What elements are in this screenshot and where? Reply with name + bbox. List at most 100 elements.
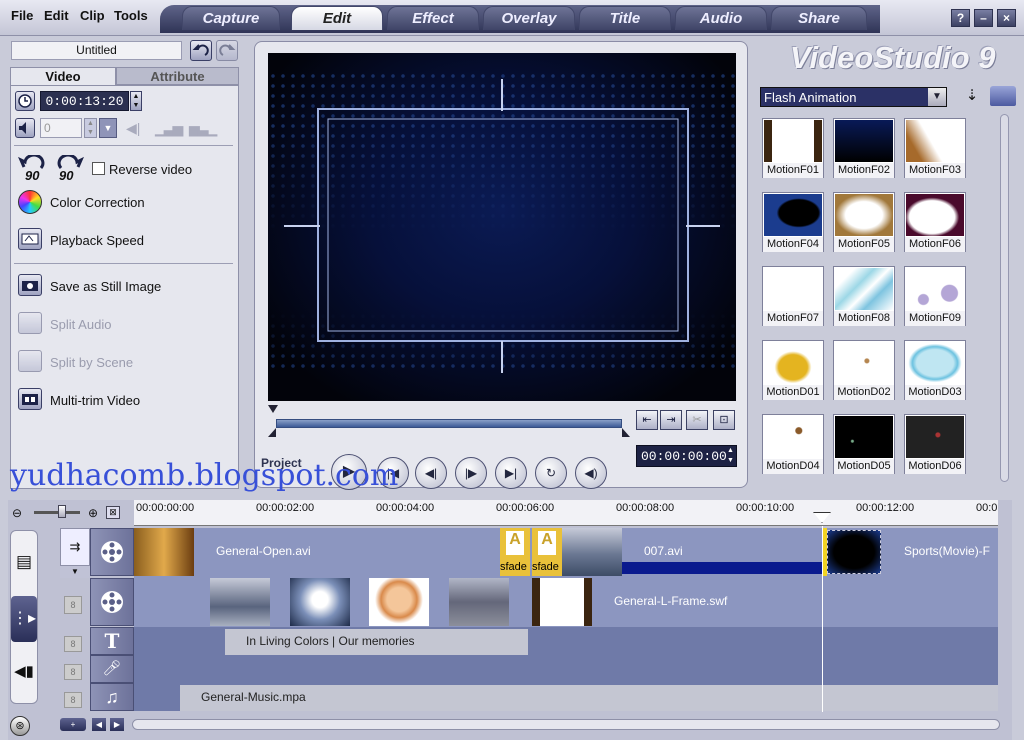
camera-icon[interactable] <box>18 274 42 296</box>
zoom-slider-thumb[interactable] <box>58 505 66 518</box>
voice-track[interactable] <box>134 655 998 683</box>
library-item[interactable]: MotionD05 <box>833 414 895 474</box>
menu-edit[interactable]: Edit <box>44 8 69 23</box>
library-item[interactable]: MotionD01 <box>762 340 824 400</box>
title-track-icon[interactable]: T <box>90 627 134 655</box>
library-item[interactable]: MotionF04 <box>762 192 824 252</box>
library-item[interactable]: MotionF06 <box>904 192 966 252</box>
overlay-thumbnail[interactable] <box>449 578 509 626</box>
scene-icon[interactable]: ⊛ <box>10 716 30 736</box>
mark-out-button[interactable]: ⇥ <box>660 410 682 430</box>
folder-icon[interactable] <box>990 86 1016 106</box>
zoom-in-icon[interactable]: ⊕ <box>88 506 98 520</box>
playback-speed-icon[interactable] <box>18 228 42 250</box>
library-item[interactable]: MotionF02 <box>833 118 895 178</box>
film-icon[interactable] <box>18 388 42 410</box>
menu-tools[interactable]: Tools <box>114 8 148 23</box>
timeline-scrollbar[interactable] <box>132 719 1000 730</box>
mark-in-button[interactable]: ⇤ <box>636 410 658 430</box>
tab-attribute[interactable]: Attribute <box>116 67 239 85</box>
reverse-video-checkbox[interactable] <box>92 162 105 175</box>
split-audio-icon[interactable] <box>18 312 42 334</box>
color-wheel-icon[interactable] <box>18 190 42 214</box>
library-item[interactable]: MotionF05 <box>833 192 895 252</box>
overlay-thumbnail[interactable] <box>369 578 429 626</box>
duration-field[interactable]: 0:00:13:20 <box>40 91 129 111</box>
split-audio-button[interactable]: Split Audio <box>50 317 111 332</box>
trim-bar[interactable] <box>276 419 622 428</box>
title-track-lock[interactable]: 8 <box>64 636 82 652</box>
add-track-button[interactable]: + <box>60 718 86 731</box>
enlarge-icon[interactable]: ⊡ <box>713 410 735 430</box>
voice-track-icon[interactable]: 🎤︎ <box>90 655 134 683</box>
undo-button[interactable] <box>190 40 212 61</box>
track-manager-icon[interactable]: ⇉ <box>60 528 90 566</box>
repeat-button[interactable]: ↻ <box>535 457 567 489</box>
multi-trim-video-button[interactable]: Multi-trim Video <box>50 393 140 408</box>
library-item[interactable]: MotionF08 <box>833 266 895 326</box>
transition-clip[interactable]: A sfade <box>532 528 562 576</box>
end-button[interactable]: ▶| <box>495 457 527 489</box>
step-capture[interactable]: Capture <box>182 6 280 30</box>
library-item[interactable]: MotionD06 <box>904 414 966 474</box>
step-audio[interactable]: Audio <box>675 6 767 30</box>
previous-frame-button[interactable]: ◀| <box>415 457 447 489</box>
voice-track-lock[interactable]: 8 <box>64 664 82 680</box>
fit-project-icon[interactable]: ⊠ <box>106 506 120 519</box>
close-button[interactable]: × <box>997 9 1016 27</box>
minimize-button[interactable]: – <box>974 9 993 27</box>
overlay-track-icon[interactable] <box>90 578 134 626</box>
rotate-left-button[interactable]: 90 <box>17 153 47 183</box>
step-effect[interactable]: Effect <box>387 6 479 30</box>
transition-clip[interactable]: A sfade <box>500 528 530 576</box>
project-name-field[interactable]: Untitled <box>11 41 182 60</box>
color-correction-button[interactable]: Color Correction <box>50 195 145 210</box>
tab-video[interactable]: Video <box>10 67 116 85</box>
video-clip[interactable]: 007.avi <box>562 528 822 576</box>
menu-file[interactable]: File <box>11 8 33 23</box>
timeline-view-icon[interactable]: ⋮▸ <box>11 596 37 642</box>
video-track-icon[interactable] <box>90 528 134 576</box>
library-item[interactable]: MotionF03 <box>904 118 966 178</box>
rotate-right-button[interactable]: 90 <box>55 153 85 183</box>
next-frame-button[interactable]: |▶ <box>455 457 487 489</box>
storyboard-view-icon[interactable]: ▤ <box>12 542 36 582</box>
video-clip[interactable]: General-Open.avi <box>134 528 500 576</box>
music-clip[interactable]: General-Music.mpa <box>180 685 998 711</box>
step-title[interactable]: Title <box>579 6 671 30</box>
zoom-slider[interactable] <box>34 511 80 514</box>
playback-speed-button[interactable]: Playback Speed <box>50 233 144 248</box>
library-item[interactable]: MotionF01 <box>762 118 824 178</box>
volume-stepper[interactable]: ▲ ▼ <box>84 118 97 138</box>
library-item[interactable]: MotionD03 <box>904 340 966 400</box>
library-item[interactable]: MotionD04 <box>762 414 824 474</box>
cut-icon[interactable]: ✂ <box>686 410 708 430</box>
scroll-left-button[interactable]: ◀ <box>92 718 106 731</box>
overlay-thumbnail[interactable] <box>290 578 350 626</box>
library-item[interactable]: MotionF09 <box>904 266 966 326</box>
library-item[interactable]: MotionD02 <box>833 340 895 400</box>
audio-view-icon[interactable]: ◀▮ <box>12 652 36 692</box>
music-track-lock[interactable]: 8 <box>64 692 82 708</box>
split-scene-icon[interactable] <box>18 350 42 372</box>
timecode-field[interactable]: 00:00:00:00 <box>636 445 737 467</box>
overlay-clip[interactable]: General-L-Frame.swf <box>532 578 998 626</box>
help-button[interactable]: ? <box>951 9 970 27</box>
duration-stepper[interactable]: ▲ ▼ <box>130 91 142 111</box>
step-share[interactable]: Share <box>771 6 867 30</box>
music-track-icon[interactable]: ♫ <box>90 683 134 711</box>
track-menu-icon[interactable]: ▼ <box>60 566 90 578</box>
video-clip[interactable]: Sports(Movie)-F <box>827 528 998 576</box>
library-category-select[interactable]: Flash Animation <box>760 87 947 107</box>
library-item[interactable]: MotionF07 <box>762 266 824 326</box>
volume-dropdown[interactable]: ▼ <box>99 118 117 138</box>
save-still-image-button[interactable]: Save as Still Image <box>50 279 161 294</box>
timecode-stepper[interactable]: ▲ ▼ <box>725 446 736 466</box>
volume-field[interactable]: 0 <box>40 118 82 138</box>
overlay-thumbnail[interactable] <box>210 578 270 626</box>
chevron-down-icon[interactable]: ▼ <box>928 88 946 106</box>
title-clip[interactable]: In Living Colors | Our memories <box>225 629 528 655</box>
split-by-scene-button[interactable]: Split by Scene <box>50 355 133 370</box>
step-edit[interactable]: Edit <box>291 6 383 30</box>
step-overlay[interactable]: Overlay <box>483 6 575 30</box>
